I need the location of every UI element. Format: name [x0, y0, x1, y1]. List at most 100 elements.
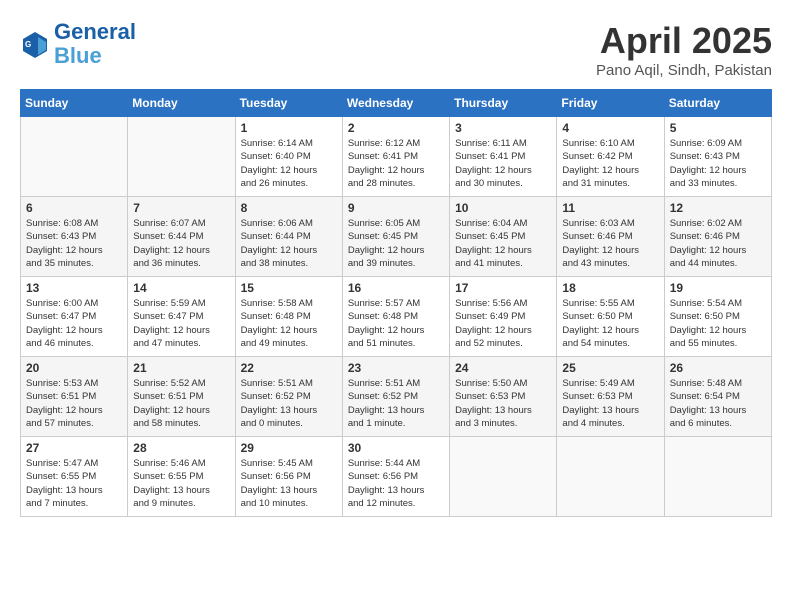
day-number: 6 — [26, 201, 122, 215]
day-number: 23 — [348, 361, 444, 375]
day-number: 3 — [455, 121, 551, 135]
day-number: 10 — [455, 201, 551, 215]
day-info: Sunrise: 6:04 AM Sunset: 6:45 PM Dayligh… — [455, 217, 551, 270]
day-number: 21 — [133, 361, 229, 375]
calendar-cell: 19 Sunrise: 5:54 AM Sunset: 6:50 PM Dayli… — [664, 277, 771, 357]
day-info: Sunrise: 6:03 AM Sunset: 6:46 PM Dayligh… — [562, 217, 658, 270]
calendar-cell: 24 Sunrise: 5:50 AM Sunset: 6:53 PM Dayli… — [450, 357, 557, 437]
day-info: Sunrise: 5:45 AM Sunset: 6:56 PM Dayligh… — [241, 457, 337, 510]
day-number: 26 — [670, 361, 766, 375]
day-number: 29 — [241, 441, 337, 455]
title-block: April 2025 Pano Aqil, Sindh, Pakistan — [596, 20, 772, 79]
day-number: 16 — [348, 281, 444, 295]
calendar-cell: 6 Sunrise: 6:08 AM Sunset: 6:43 PM Daylig… — [21, 197, 128, 277]
month-title: April 2025 — [596, 20, 772, 62]
calendar-cell: 29 Sunrise: 5:45 AM Sunset: 6:56 PM Dayli… — [235, 437, 342, 517]
day-number: 22 — [241, 361, 337, 375]
day-number: 5 — [670, 121, 766, 135]
calendar-cell: 18 Sunrise: 5:55 AM Sunset: 6:50 PM Dayli… — [557, 277, 664, 357]
day-info: Sunrise: 5:48 AM Sunset: 6:54 PM Dayligh… — [670, 377, 766, 430]
day-info: Sunrise: 5:50 AM Sunset: 6:53 PM Dayligh… — [455, 377, 551, 430]
calendar-cell: 30 Sunrise: 5:44 AM Sunset: 6:56 PM Dayli… — [342, 437, 449, 517]
day-info: Sunrise: 6:11 AM Sunset: 6:41 PM Dayligh… — [455, 137, 551, 190]
day-info: Sunrise: 5:44 AM Sunset: 6:56 PM Dayligh… — [348, 457, 444, 510]
day-info: Sunrise: 6:14 AM Sunset: 6:40 PM Dayligh… — [241, 137, 337, 190]
location: Pano Aqil, Sindh, Pakistan — [596, 62, 772, 79]
day-number: 20 — [26, 361, 122, 375]
calendar-cell — [664, 437, 771, 517]
calendar-cell: 4Sunrise: 6:10 AM Sunset: 6:42 PM Daylig… — [557, 117, 664, 197]
weekday-header-monday: Monday — [128, 90, 235, 117]
calendar-cell: 7 Sunrise: 6:07 AM Sunset: 6:44 PM Daylig… — [128, 197, 235, 277]
calendar-cell — [128, 117, 235, 197]
day-number: 17 — [455, 281, 551, 295]
calendar-cell: 17 Sunrise: 5:56 AM Sunset: 6:49 PM Dayli… — [450, 277, 557, 357]
day-info: Sunrise: 5:55 AM Sunset: 6:50 PM Dayligh… — [562, 297, 658, 350]
calendar-cell: 27 Sunrise: 5:47 AM Sunset: 6:55 PM Dayli… — [21, 437, 128, 517]
day-number: 18 — [562, 281, 658, 295]
day-info: Sunrise: 5:51 AM Sunset: 6:52 PM Dayligh… — [241, 377, 337, 430]
day-number: 9 — [348, 201, 444, 215]
calendar-cell: 15 Sunrise: 5:58 AM Sunset: 6:48 PM Dayli… — [235, 277, 342, 357]
calendar-cell — [21, 117, 128, 197]
day-number: 7 — [133, 201, 229, 215]
calendar-cell: 23 Sunrise: 5:51 AM Sunset: 6:52 PM Dayli… — [342, 357, 449, 437]
day-info: Sunrise: 5:59 AM Sunset: 6:47 PM Dayligh… — [133, 297, 229, 350]
day-number: 1 — [241, 121, 337, 135]
day-number: 8 — [241, 201, 337, 215]
day-info: Sunrise: 5:56 AM Sunset: 6:49 PM Dayligh… — [455, 297, 551, 350]
day-info: Sunrise: 6:00 AM Sunset: 6:47 PM Dayligh… — [26, 297, 122, 350]
day-info: Sunrise: 6:10 AM Sunset: 6:42 PM Dayligh… — [562, 137, 658, 190]
calendar-cell: 9Sunrise: 6:05 AM Sunset: 6:45 PM Daylig… — [342, 197, 449, 277]
day-number: 15 — [241, 281, 337, 295]
day-info: Sunrise: 5:52 AM Sunset: 6:51 PM Dayligh… — [133, 377, 229, 430]
calendar-cell: 21 Sunrise: 5:52 AM Sunset: 6:51 PM Dayli… — [128, 357, 235, 437]
calendar-cell: 10 Sunrise: 6:04 AM Sunset: 6:45 PM Dayli… — [450, 197, 557, 277]
svg-text:G: G — [25, 40, 31, 49]
weekday-header-wednesday: Wednesday — [342, 90, 449, 117]
weekday-header-thursday: Thursday — [450, 90, 557, 117]
calendar-cell: 16 Sunrise: 5:57 AM Sunset: 6:48 PM Dayli… — [342, 277, 449, 357]
day-info: Sunrise: 5:46 AM Sunset: 6:55 PM Dayligh… — [133, 457, 229, 510]
day-number: 11 — [562, 201, 658, 215]
day-number: 28 — [133, 441, 229, 455]
weekday-header-row: SundayMondayTuesdayWednesdayThursdayFrid… — [21, 90, 772, 117]
week-row-1: 1 Sunrise: 6:14 AM Sunset: 6:40 PM Daylig… — [21, 117, 772, 197]
week-row-3: 13Sunrise: 6:00 AM Sunset: 6:47 PM Dayli… — [21, 277, 772, 357]
week-row-4: 20Sunrise: 5:53 AM Sunset: 6:51 PM Dayli… — [21, 357, 772, 437]
day-number: 24 — [455, 361, 551, 375]
day-info: Sunrise: 5:49 AM Sunset: 6:53 PM Dayligh… — [562, 377, 658, 430]
calendar-cell: 8 Sunrise: 6:06 AM Sunset: 6:44 PM Daylig… — [235, 197, 342, 277]
calendar-cell: 14Sunrise: 5:59 AM Sunset: 6:47 PM Dayli… — [128, 277, 235, 357]
calendar-cell — [450, 437, 557, 517]
weekday-header-saturday: Saturday — [664, 90, 771, 117]
weekday-header-sunday: Sunday — [21, 90, 128, 117]
day-info: Sunrise: 6:07 AM Sunset: 6:44 PM Dayligh… — [133, 217, 229, 270]
day-info: Sunrise: 5:47 AM Sunset: 6:55 PM Dayligh… — [26, 457, 122, 510]
day-number: 12 — [670, 201, 766, 215]
day-number: 19 — [670, 281, 766, 295]
calendar-cell: 13Sunrise: 6:00 AM Sunset: 6:47 PM Dayli… — [21, 277, 128, 357]
day-info: Sunrise: 5:58 AM Sunset: 6:48 PM Dayligh… — [241, 297, 337, 350]
calendar-cell: 12 Sunrise: 6:02 AM Sunset: 6:46 PM Dayli… — [664, 197, 771, 277]
day-info: Sunrise: 5:54 AM Sunset: 6:50 PM Dayligh… — [670, 297, 766, 350]
calendar-cell: 11 Sunrise: 6:03 AM Sunset: 6:46 PM Dayli… — [557, 197, 664, 277]
day-info: Sunrise: 6:08 AM Sunset: 6:43 PM Dayligh… — [26, 217, 122, 270]
logo-icon: G — [20, 29, 50, 59]
calendar-cell: 25Sunrise: 5:49 AM Sunset: 6:53 PM Dayli… — [557, 357, 664, 437]
calendar: SundayMondayTuesdayWednesdayThursdayFrid… — [20, 89, 772, 517]
calendar-cell: 22 Sunrise: 5:51 AM Sunset: 6:52 PM Dayli… — [235, 357, 342, 437]
day-number: 27 — [26, 441, 122, 455]
day-info: Sunrise: 6:12 AM Sunset: 6:41 PM Dayligh… — [348, 137, 444, 190]
calendar-cell: 20Sunrise: 5:53 AM Sunset: 6:51 PM Dayli… — [21, 357, 128, 437]
weekday-header-friday: Friday — [557, 90, 664, 117]
day-info: Sunrise: 5:51 AM Sunset: 6:52 PM Dayligh… — [348, 377, 444, 430]
day-info: Sunrise: 6:09 AM Sunset: 6:43 PM Dayligh… — [670, 137, 766, 190]
day-number: 30 — [348, 441, 444, 455]
calendar-cell: 1 Sunrise: 6:14 AM Sunset: 6:40 PM Daylig… — [235, 117, 342, 197]
day-info: Sunrise: 5:57 AM Sunset: 6:48 PM Dayligh… — [348, 297, 444, 350]
day-info: Sunrise: 6:02 AM Sunset: 6:46 PM Dayligh… — [670, 217, 766, 270]
calendar-cell: 26 Sunrise: 5:48 AM Sunset: 6:54 PM Dayli… — [664, 357, 771, 437]
day-info: Sunrise: 6:06 AM Sunset: 6:44 PM Dayligh… — [241, 217, 337, 270]
page-header: G General Blue April 2025 Pano Aqil, Sin… — [20, 20, 772, 79]
